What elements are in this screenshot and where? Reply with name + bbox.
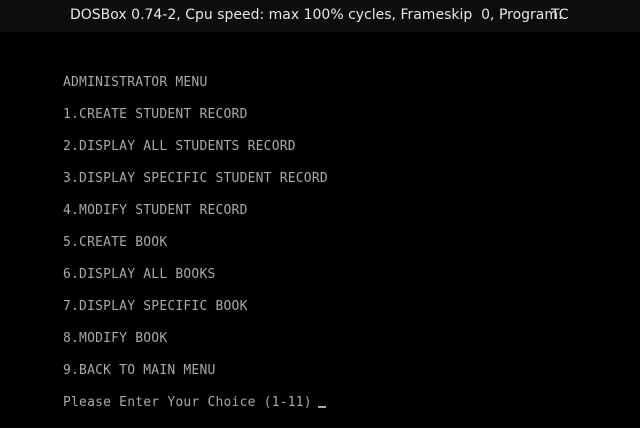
menu-item-display-specific-student-record: 3.DISPLAY SPECIFIC STUDENT RECORD (63, 171, 328, 186)
title-bar[interactable]: DOSBox 0.74-2, Cpu speed: max 100% cycle… (0, 0, 640, 32)
menu-item-back-to-main-menu: 9.BACK TO MAIN MENU (63, 363, 216, 378)
menu-item-display-specific-book: 7.DISPLAY SPECIFIC BOOK (63, 299, 248, 314)
menu-item-display-all-books: 6.DISPLAY ALL BOOKS (63, 267, 216, 282)
menu-title: ADMINISTRATOR MENU (63, 75, 208, 90)
dos-console[interactable]: ADMINISTRATOR MENU 1.CREATE STUDENT RECO… (0, 32, 640, 428)
choice-prompt-line[interactable]: Please Enter Your Choice (1-11) (63, 395, 326, 411)
menu-item-display-all-students-record: 2.DISPLAY ALL STUDENTS RECORD (63, 139, 296, 154)
text-cursor (317, 406, 326, 408)
window-title: DOSBox 0.74-2, Cpu speed: max 100% cycle… (70, 7, 563, 23)
dosbox-window: DOSBox 0.74-2, Cpu speed: max 100% cycle… (0, 0, 640, 428)
choice-prompt: Please Enter Your Choice (1-11) (63, 395, 312, 410)
program-name: TC (551, 7, 569, 23)
menu-item-create-student-record: 1.CREATE STUDENT RECORD (63, 107, 248, 122)
menu-item-modify-student-record: 4.MODIFY STUDENT RECORD (63, 203, 248, 218)
menu-item-create-book: 5.CREATE BOOK (63, 235, 168, 250)
menu-item-modify-book: 8.MODIFY BOOK (63, 331, 168, 346)
